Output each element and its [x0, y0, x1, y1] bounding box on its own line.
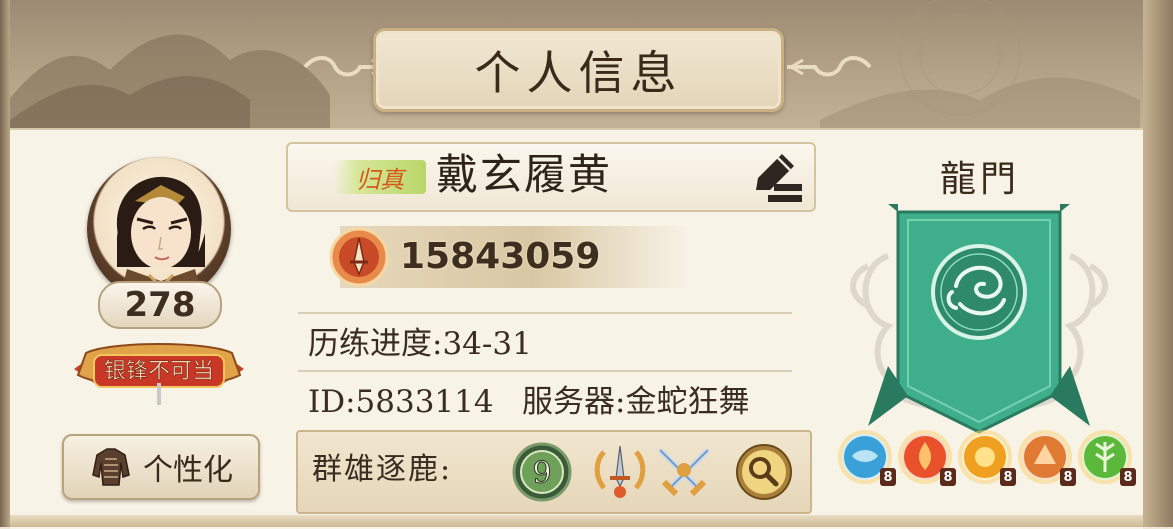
- rank-tag: 归真: [334, 160, 426, 194]
- bottom-border: [10, 515, 1143, 527]
- element-level: 8: [1120, 468, 1136, 486]
- player-name: 戴玄履黄: [436, 150, 613, 199]
- divider: [298, 312, 792, 314]
- element-water-icon[interactable]: 8: [836, 428, 896, 486]
- crossed-swords-laurel-icon[interactable]: [590, 442, 650, 502]
- power-value: 15843059: [400, 236, 601, 277]
- id-label: ID:5833114: [308, 384, 494, 420]
- cloud-scroll-right-icon: [787, 56, 872, 77]
- element-level: 8: [940, 468, 956, 486]
- element-fire-icon[interactable]: 8: [896, 428, 956, 486]
- page-title: 个人信息: [474, 46, 683, 100]
- divider: [298, 370, 792, 372]
- server-label: 服务器:金蛇狂舞: [522, 384, 750, 420]
- element-sun-icon[interactable]: 8: [956, 428, 1016, 486]
- edit-name-icon[interactable]: [748, 150, 806, 204]
- avatar[interactable]: [87, 157, 231, 301]
- title-badge[interactable]: 银锋不可当: [70, 335, 248, 407]
- progress-label: 历练进度:34-31: [308, 326, 532, 362]
- portrait-icon: [116, 176, 205, 301]
- frame-right: [1143, 0, 1173, 527]
- guild-banner[interactable]: [848, 196, 1110, 436]
- profile-panel: 个人信息 278 银锋不可当 个性化 归真 戴玄履黄 15843059 历练进度…: [0, 0, 1173, 529]
- level-value: 278: [124, 285, 196, 325]
- element-level: 8: [1000, 468, 1016, 486]
- badge-text: 银锋不可当: [104, 359, 214, 384]
- rank-tag-text: 归真: [356, 165, 404, 194]
- combat-power-icon: [329, 227, 389, 287]
- arena-label: 群雄逐鹿:: [312, 452, 453, 487]
- level-badge: 278: [98, 281, 222, 329]
- magnifier-icon[interactable]: [734, 442, 794, 502]
- crossed-blades-icon[interactable]: [654, 442, 714, 502]
- element-level: 8: [1060, 468, 1076, 486]
- personalize-label: 个性化: [143, 453, 233, 488]
- armor-icon: [92, 448, 130, 486]
- personalize-button[interactable]: 个性化: [62, 434, 260, 500]
- title-plaque: 个人信息: [373, 28, 784, 112]
- element-level: 8: [880, 468, 896, 486]
- guild-title: 龍門: [940, 159, 1021, 200]
- tier-9-medal-icon[interactable]: 9: [512, 442, 572, 502]
- element-wood-icon[interactable]: 8: [1076, 428, 1136, 486]
- frame-left: [0, 0, 10, 527]
- arena-tier: 9: [532, 456, 551, 491]
- element-ember-icon[interactable]: 8: [1016, 428, 1076, 486]
